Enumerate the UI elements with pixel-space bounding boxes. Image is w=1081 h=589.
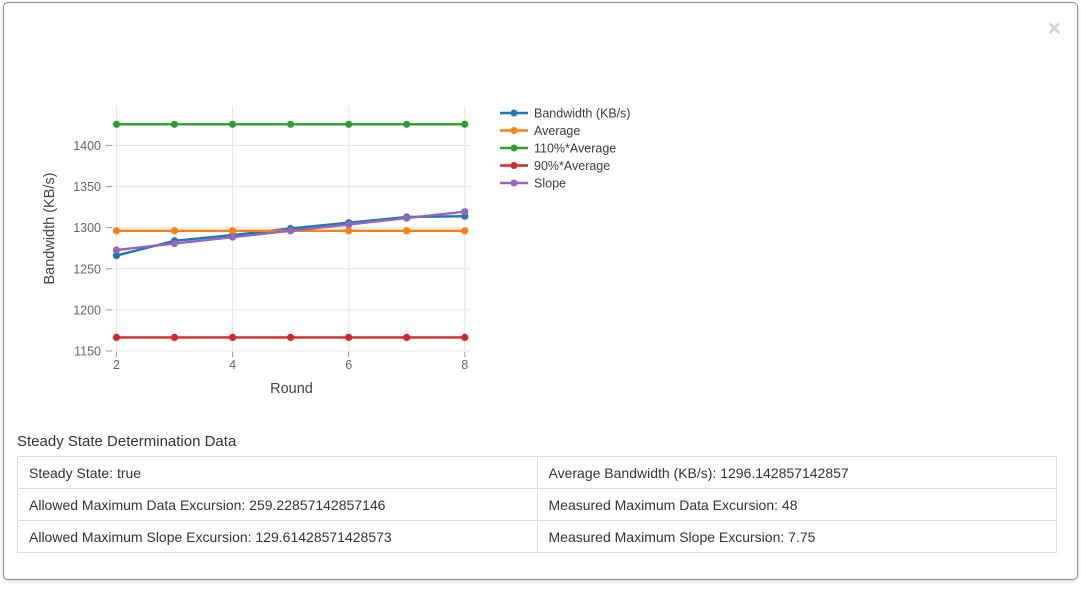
legend-item-0[interactable]: Bandwidth (KB/s) — [500, 107, 631, 121]
data-point — [171, 334, 178, 341]
data-point — [345, 334, 352, 341]
svg-text:Slope: Slope — [534, 177, 566, 191]
svg-text:90%*Average: 90%*Average — [534, 159, 610, 173]
cell-measured-data-excursion: Measured Maximum Data Excursion: 48 — [537, 489, 1057, 521]
series-2 — [113, 121, 469, 128]
y-tick-label: 1300 — [73, 221, 101, 235]
data-point — [171, 227, 178, 234]
svg-text:110%*Average: 110%*Average — [534, 142, 616, 156]
svg-text:Bandwidth (KB/s): Bandwidth (KB/s) — [534, 107, 631, 121]
bandwidth-chart: 1150 1200 1250 1300 1350 1400 2 4 6 8 Round Bandwid… — [40, 85, 690, 425]
data-point — [171, 240, 178, 247]
x-tick-label: 4 — [229, 358, 236, 372]
data-point — [403, 121, 410, 128]
table-row: Allowed Maximum Data Excursion: 259.2285… — [18, 489, 1057, 521]
y-tick-label: 1200 — [73, 303, 101, 317]
svg-text:Average: Average — [534, 124, 580, 138]
legend-item-1[interactable]: Average — [500, 124, 580, 138]
close-icon[interactable]: × — [1048, 17, 1061, 40]
data-point — [229, 234, 236, 241]
legend-item-3[interactable]: 90%*Average — [500, 159, 610, 173]
data-point — [229, 334, 236, 341]
y-tick-label: 1150 — [74, 345, 101, 359]
data-point — [287, 121, 294, 128]
x-axis-title: Round — [270, 381, 313, 397]
data-point — [461, 227, 468, 234]
data-point — [229, 227, 236, 234]
y-tick-label: 1250 — [73, 262, 101, 276]
data-point — [345, 221, 352, 228]
series-0 — [113, 213, 469, 260]
data-point — [461, 208, 468, 215]
x-tick-label: 6 — [345, 358, 352, 372]
data-point — [229, 121, 236, 128]
y-axis-title: Bandwidth (KB/s) — [42, 172, 58, 284]
data-point — [403, 215, 410, 222]
table-row: Steady State: true Average Bandwidth (KB… — [18, 457, 1057, 489]
legend-item-2[interactable]: 110%*Average — [500, 142, 616, 156]
legend-item-4[interactable]: Slope — [500, 177, 566, 191]
chart-canvas[interactable]: 1150 1200 1250 1300 1350 1400 2 4 6 8 Round Bandwid… — [40, 85, 690, 425]
data-point — [403, 227, 410, 234]
table-row: Allowed Maximum Slope Excursion: 129.614… — [18, 521, 1057, 553]
cell-allowed-slope-excursion: Allowed Maximum Slope Excursion: 129.614… — [18, 521, 538, 553]
table-caption: Steady State Determination Data — [17, 433, 236, 450]
data-point — [171, 121, 178, 128]
modal-dialog: × 1150 1200 1250 1300 1350 1400 2 4 6 8 Round Bandw… — [3, 2, 1078, 580]
data-point — [113, 227, 120, 234]
data-point — [345, 121, 352, 128]
data-point — [403, 334, 410, 341]
y-tick-label: 1400 — [73, 139, 101, 153]
cell-steady-state: Steady State: true — [18, 457, 538, 489]
data-point — [461, 121, 468, 128]
data-point — [113, 121, 120, 128]
y-tick-label: 1350 — [73, 180, 101, 194]
series-3 — [113, 334, 469, 341]
data-point — [113, 246, 120, 253]
data-point — [113, 334, 120, 341]
data-point — [287, 227, 294, 234]
steady-state-table: Steady State: true Average Bandwidth (KB… — [17, 456, 1057, 553]
data-point — [345, 227, 352, 234]
data-point — [461, 334, 468, 341]
data-point — [287, 334, 294, 341]
x-tick-label: 2 — [113, 358, 120, 372]
cell-allowed-data-excursion: Allowed Maximum Data Excursion: 259.2285… — [18, 489, 538, 521]
cell-measured-slope-excursion: Measured Maximum Slope Excursion: 7.75 — [537, 521, 1057, 553]
x-tick-label: 8 — [461, 358, 468, 372]
cell-average-bandwidth: Average Bandwidth (KB/s): 1296.142857142… — [537, 457, 1057, 489]
